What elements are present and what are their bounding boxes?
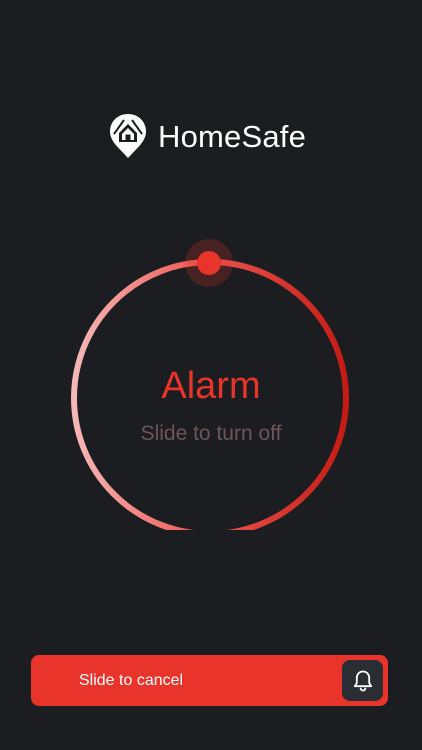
alarm-screen: HomeSafe Alarm Slide to turn off Slide t… bbox=[0, 0, 422, 750]
slide-to-cancel-label: Slide to cancel bbox=[79, 672, 184, 689]
slide-to-cancel-slider[interactable]: Slide to cancel bbox=[31, 655, 388, 706]
house-location-pin-icon bbox=[110, 114, 146, 158]
brand-name: HomeSafe bbox=[158, 118, 307, 154]
brand-header: HomeSafe bbox=[108, 112, 306, 160]
alarm-knob[interactable] bbox=[197, 251, 221, 275]
bell-icon bbox=[353, 670, 372, 691]
slider-handle[interactable] bbox=[342, 660, 383, 701]
alarm-title: Alarm bbox=[161, 365, 261, 407]
alarm-subtitle: Slide to turn off bbox=[140, 422, 282, 445]
